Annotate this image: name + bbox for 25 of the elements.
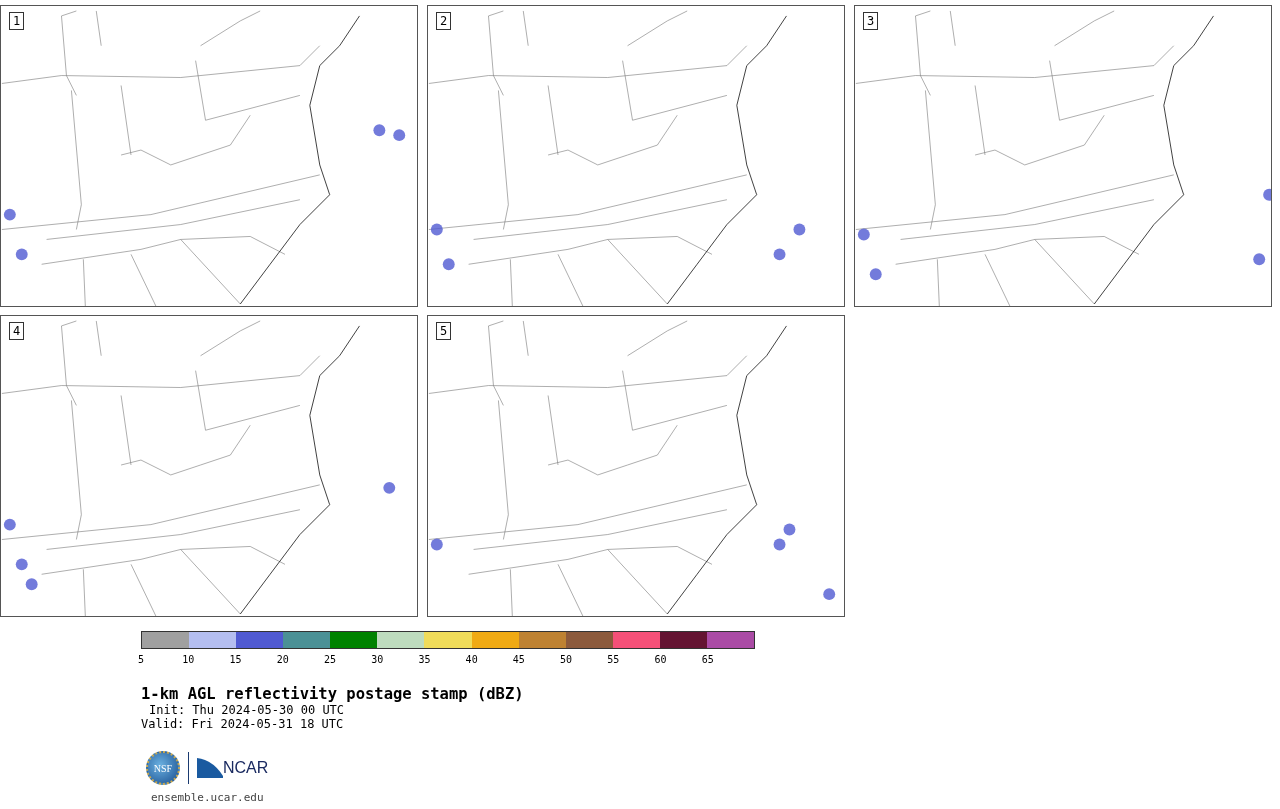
panel-number: 4 — [9, 322, 25, 340]
tick-label: 50 — [560, 654, 573, 665]
tick-label: 40 — [465, 654, 478, 665]
tick-label: 25 — [323, 654, 336, 665]
site-link[interactable]: ensemble.ucar.edu — [151, 791, 264, 804]
tick-label: 45 — [512, 654, 525, 665]
tick-label: 60 — [654, 654, 667, 665]
tick-label: 15 — [229, 654, 242, 665]
globe-logo: NSF — [146, 751, 180, 785]
init-time: Init: Thu 2024-05-30 00 UTC — [148, 703, 346, 717]
tick-label: 35 — [418, 654, 431, 665]
logo-text: NCAR — [223, 759, 269, 777]
swoosh-icon — [197, 758, 223, 778]
tick-label: 55 — [607, 654, 620, 665]
panel-number: 2 — [436, 12, 452, 30]
panel-number: 1 — [9, 12, 25, 30]
chart-title: 1-km AGL reflectivity postage stamp (dBZ) — [141, 685, 525, 703]
panel-number: 3 — [863, 12, 879, 30]
valid-time: Valid: Fri 2024-05-31 18 UTC — [141, 717, 345, 731]
panel-number: 5 — [436, 322, 452, 340]
tick-label: 5 — [138, 654, 144, 665]
tick-label: 65 — [701, 654, 714, 665]
tick-label: 30 — [371, 654, 384, 665]
tick-label: 20 — [276, 654, 289, 665]
tick-label: 10 — [182, 654, 195, 665]
